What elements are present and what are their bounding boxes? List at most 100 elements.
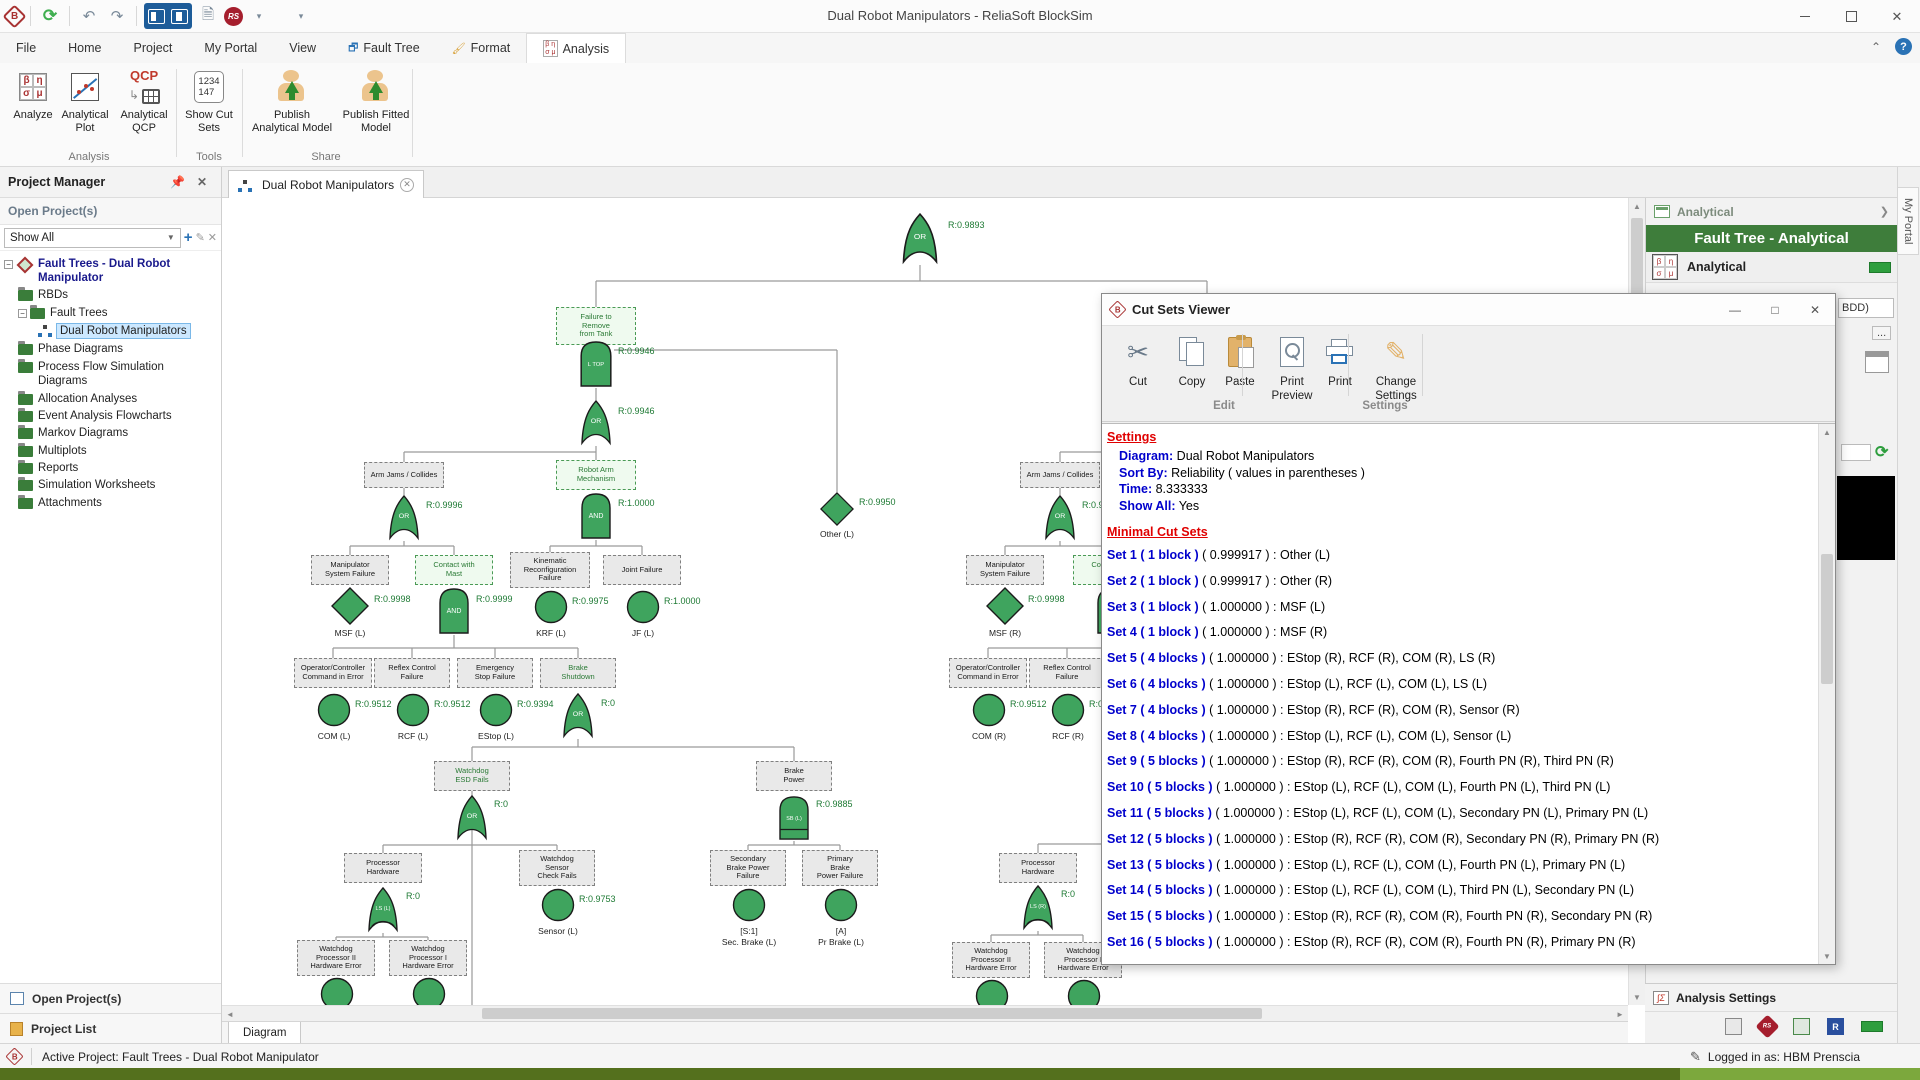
worksheet-icon[interactable]: 🗎 [196, 4, 220, 28]
ribbon-tab-home[interactable]: Home [52, 33, 117, 63]
show-cut-sets-button[interactable]: 1234147Show Cut Sets [178, 67, 240, 147]
ft-gate-circle[interactable] [972, 693, 1006, 727]
ft-label-joint-failure[interactable]: Joint Failure [603, 555, 681, 585]
panel-close-toggle-icon[interactable] [171, 9, 188, 24]
analysis-settings-header[interactable]: ∫Σ Analysis Settings [1645, 984, 1897, 1012]
collapse-icon[interactable]: − [18, 309, 27, 318]
cut-set-line[interactable]: Set 5 ( 4 blocks ) ( 1.000000 ) : EStop … [1107, 646, 1807, 672]
ft-gate-diamond[interactable] [820, 492, 854, 526]
project-manager-toggle-icon[interactable] [148, 9, 165, 24]
cut-set-line[interactable]: Set 16 ( 5 blocks ) ( 1.000000 ) : EStop… [1107, 930, 1807, 956]
ft-gate-or[interactable]: OR [455, 795, 489, 841]
maximize-button[interactable] [1828, 0, 1874, 33]
sidebar-item-multiplots[interactable]: Multiplots [4, 442, 221, 459]
ft-gate-or[interactable]: OR [579, 400, 613, 446]
ribbon-tab-format[interactable]: 🖌Format [436, 33, 527, 63]
redo-icon[interactable]: ↷ [105, 4, 129, 28]
settings-checklist-icon[interactable] [1725, 1018, 1742, 1035]
ft-gate-circle[interactable] [479, 693, 513, 727]
small-field[interactable] [1841, 444, 1871, 461]
ft-label-watchdog[interactable]: Watchdog Processor I Hardware Error [389, 940, 467, 976]
cut-set-line[interactable]: Set 7 ( 4 blocks ) ( 1.000000 ) : EStop … [1107, 698, 1807, 724]
ft-gate-or[interactable]: OR [387, 495, 421, 541]
dialog-maximize-button[interactable]: □ [1755, 294, 1795, 326]
sidebar-item-fault-trees[interactable]: −Fault Trees [4, 304, 221, 321]
sidebar-item-attachments[interactable]: Attachments [4, 494, 221, 511]
change-settings-button[interactable]: ✎Change Settings [1364, 332, 1428, 404]
my-portal-side-tab[interactable]: My Portal [1898, 187, 1919, 255]
ft-label-arm-jams-collides[interactable]: Arm Jams / Collides [1020, 462, 1100, 488]
blocksim-logo-icon[interactable]: B [2, 4, 26, 28]
ft-gate-circle[interactable] [320, 977, 354, 1005]
cut-sets-viewer-dialog[interactable]: B Cut Sets Viewer — □ ✕ ✂CutCopyPastePri… [1101, 293, 1836, 965]
ft-gate-l-top[interactable]: L TOP [578, 340, 614, 388]
ft-label-kinematic[interactable]: Kinematic Reconfiguration Failure [510, 552, 590, 588]
sidebar-item-phase-diagrams[interactable]: Phase Diagrams [4, 341, 221, 358]
ft-gate-or[interactable]: OR [900, 213, 940, 265]
ft-gate-circle[interactable] [975, 979, 1009, 1005]
ft-label-reflex-control[interactable]: Reflex Control Failure [374, 658, 450, 688]
diagram-tab[interactable]: Diagram [228, 1022, 301, 1044]
show-all-dropdown[interactable]: Show All▼ [4, 228, 181, 248]
refresh-icon[interactable]: ⟳ [1875, 442, 1888, 462]
canvas-horizontal-scrollbar[interactable]: ◄ ► [222, 1005, 1628, 1021]
cut-set-line[interactable]: Set 9 ( 5 blocks ) ( 1.000000 ) : EStop … [1107, 749, 1807, 775]
ft-label-contact-with[interactable]: Contact with Mast [415, 555, 493, 585]
ft-label-arm-jams-collides[interactable]: Arm Jams / Collides [364, 462, 444, 488]
panel-toggle-group[interactable] [144, 3, 192, 29]
sidebar-item-reports[interactable]: Reports [4, 460, 221, 477]
cut-set-line[interactable]: Set 6 ( 4 blocks ) ( 1.000000 ) : EStop … [1107, 672, 1807, 698]
ft-label-operator-controller[interactable]: Operator/Controller Command in Error [949, 658, 1027, 688]
cut-button[interactable]: ✂Cut [1112, 332, 1164, 389]
dialog-minimize-button[interactable]: — [1715, 294, 1755, 326]
dialog-close-button[interactable]: ✕ [1795, 294, 1835, 326]
dialog-scroll-down-icon[interactable]: ▼ [1819, 948, 1835, 964]
ft-gate-circle[interactable] [626, 590, 660, 624]
cut-set-line[interactable]: Set 10 ( 5 blocks ) ( 1.000000 ) : EStop… [1107, 775, 1807, 801]
publish-analytical-model-button[interactable]: Publish Analytical Model [250, 67, 334, 147]
cut-set-line[interactable]: Set 13 ( 5 blocks ) ( 1.000000 ) : EStop… [1107, 853, 1807, 879]
calendar-icon[interactable] [1865, 351, 1889, 373]
remove-project-icon[interactable]: ✕ [208, 231, 217, 244]
ft-gate-circle[interactable] [1067, 979, 1101, 1005]
project-list-bar[interactable]: Project List [0, 1013, 221, 1043]
ft-label-brake[interactable]: Brake Power [756, 761, 832, 791]
ft-gate-circle[interactable] [732, 888, 766, 922]
sidebar-item-process-flow-simulation-diagrams[interactable]: Process Flow Simulation Diagrams [4, 358, 221, 390]
minimize-button[interactable] [1782, 0, 1828, 33]
sidebar-item-allocation-analyses[interactable]: Allocation Analyses [4, 390, 221, 407]
ribbon-tab-fault-tree[interactable]: 🗗Fault Tree [332, 33, 436, 63]
undo-icon[interactable]: ↶ [77, 4, 101, 28]
ft-label-primary[interactable]: Primary Brake Power Failure [802, 850, 878, 886]
ft-gate-circle[interactable] [824, 888, 858, 922]
ribbon-tab-my-portal[interactable]: My Portal [188, 33, 273, 63]
ft-gate-circle[interactable] [396, 693, 430, 727]
ft-label-manipulator[interactable]: Manipulator System Failure [311, 555, 389, 585]
dialog-scroll-up-icon[interactable]: ▲ [1819, 424, 1835, 440]
collapse-icon[interactable]: − [4, 260, 13, 269]
open-projects-bar[interactable]: Open Project(s) [0, 983, 221, 1013]
browse-button[interactable]: ... [1872, 326, 1891, 340]
qat-customize-icon[interactable]: ▾ [289, 4, 313, 28]
ft-label-watchdog[interactable]: Watchdog Processor II Hardware Error [297, 940, 375, 976]
ft-gate-diamond[interactable] [331, 587, 369, 625]
bdd-field-fragment[interactable]: BDD) [1838, 298, 1894, 318]
pin-icon[interactable]: 📌 [164, 175, 191, 189]
ribbon-tab-file[interactable]: File [0, 33, 52, 63]
help-icon[interactable]: ? [1895, 38, 1912, 55]
cut-set-line[interactable]: Set 14 ( 5 blocks ) ( 1.000000 ) : EStop… [1107, 878, 1807, 904]
ribbon-tab-project[interactable]: Project [118, 33, 189, 63]
reliasoft-menu-icon[interactable]: RS [224, 7, 243, 26]
sidebar-item-dual-robot-manipulators[interactable]: Dual Robot Manipulators [4, 322, 221, 341]
worksheet-settings-icon[interactable] [1793, 1018, 1810, 1035]
ft-label-watchdog[interactable]: Watchdog Processor II Hardware Error [952, 942, 1030, 978]
chevron-right-icon[interactable]: ❯ [1880, 205, 1889, 218]
scroll-left-icon[interactable]: ◄ [222, 1006, 238, 1022]
copy-button[interactable]: Copy [1166, 332, 1218, 389]
ft-label-secondary[interactable]: Secondary Brake Power Failure [710, 850, 786, 886]
ft-label-robot-arm[interactable]: Robot Arm Mechanism [556, 460, 636, 490]
ft-label-processor[interactable]: Processor Hardware [999, 853, 1077, 883]
add-project-icon[interactable]: + [184, 229, 193, 246]
ribbon-tab-view[interactable]: View [273, 33, 332, 63]
publish-fitted-model-button[interactable]: Publish Fitted Model [334, 67, 418, 147]
